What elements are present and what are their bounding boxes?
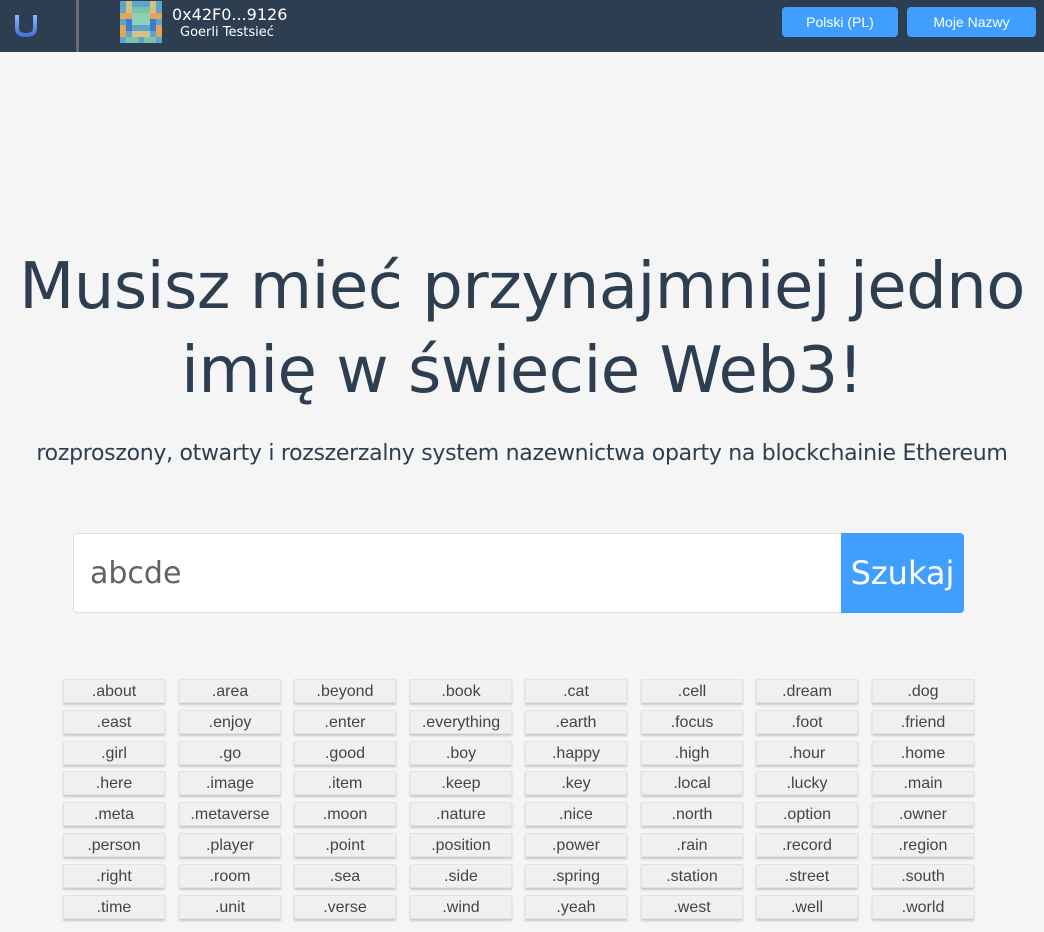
- tld-chip[interactable]: .owner: [872, 802, 974, 826]
- tld-chip[interactable]: .cell: [641, 679, 743, 703]
- scrollbar[interactable]: [1040, 52, 1044, 932]
- tld-chip[interactable]: .item: [294, 771, 396, 795]
- tld-chip[interactable]: .happy: [525, 741, 627, 765]
- tld-chip[interactable]: .focus: [641, 710, 743, 734]
- tld-chip[interactable]: .wind: [410, 895, 512, 919]
- tld-chip[interactable]: .here: [63, 771, 165, 795]
- tld-chip[interactable]: .north: [641, 802, 743, 826]
- tld-chip[interactable]: .cat: [525, 679, 627, 703]
- tld-chip[interactable]: .unit: [179, 895, 281, 919]
- tld-chip[interactable]: .station: [641, 864, 743, 888]
- my-names-button[interactable]: Moje Nazwy: [907, 7, 1036, 37]
- tld-chip[interactable]: .region: [872, 833, 974, 857]
- tld-chip[interactable]: .well: [756, 895, 858, 919]
- tld-chip[interactable]: .keep: [410, 771, 512, 795]
- tld-chip[interactable]: .area: [179, 679, 281, 703]
- title-line-1: Musisz mieć przynajmniej jedno: [19, 250, 1025, 324]
- tld-chip[interactable]: .beyond: [294, 679, 396, 703]
- tld-chip[interactable]: .nice: [525, 802, 627, 826]
- search-input[interactable]: [73, 533, 858, 613]
- header-divider: [76, 0, 79, 52]
- tld-chip[interactable]: .option: [756, 802, 858, 826]
- tld-chip[interactable]: .friend: [872, 710, 974, 734]
- tld-chip[interactable]: .player: [179, 833, 281, 857]
- tld-chip[interactable]: .room: [179, 864, 281, 888]
- network-name: Goerli Testsieć: [180, 25, 274, 40]
- page-title: Musisz mieć przynajmniej jedno imię w św…: [0, 245, 1044, 413]
- tld-chip[interactable]: .home: [872, 741, 974, 765]
- tld-chip[interactable]: .world: [872, 895, 974, 919]
- tld-chip[interactable]: .spring: [525, 864, 627, 888]
- page-subtitle: rozproszony, otwarty i rozszerzalny syst…: [36, 441, 1008, 466]
- tld-chip[interactable]: .record: [756, 833, 858, 857]
- tld-chip[interactable]: .local: [641, 771, 743, 795]
- tld-chip[interactable]: .right: [63, 864, 165, 888]
- top-navbar: 0x42F0...9126 Goerli Testsieć Polski (PL…: [0, 0, 1044, 52]
- tld-chip[interactable]: .enjoy: [179, 710, 281, 734]
- tld-chip[interactable]: .yeah: [525, 895, 627, 919]
- tld-chip[interactable]: .image: [179, 771, 281, 795]
- tld-chip[interactable]: .everything: [410, 710, 512, 734]
- tld-chip[interactable]: .enter: [294, 710, 396, 734]
- tld-chip[interactable]: .dream: [756, 679, 858, 703]
- tld-chip[interactable]: .position: [410, 833, 512, 857]
- tld-chip[interactable]: .side: [410, 864, 512, 888]
- tld-chip[interactable]: .moon: [294, 802, 396, 826]
- tld-chip[interactable]: .meta: [63, 802, 165, 826]
- tld-chip[interactable]: .main: [872, 771, 974, 795]
- tld-chip[interactable]: .lucky: [756, 771, 858, 795]
- tld-chip[interactable]: .go: [179, 741, 281, 765]
- tld-chip[interactable]: .west: [641, 895, 743, 919]
- tld-chip[interactable]: .street: [756, 864, 858, 888]
- tld-chip[interactable]: .south: [872, 864, 974, 888]
- language-button[interactable]: Polski (PL): [782, 7, 898, 37]
- account-avatar[interactable]: [120, 1, 162, 43]
- tld-chip[interactable]: .earth: [525, 710, 627, 734]
- title-line-2: imię w świecie Web3!: [181, 334, 863, 408]
- tld-chip[interactable]: .verse: [294, 895, 396, 919]
- tld-chip[interactable]: .metaverse: [179, 802, 281, 826]
- tld-chip[interactable]: .high: [641, 741, 743, 765]
- tld-chip[interactable]: .key: [525, 771, 627, 795]
- wallet-address: 0x42F0...9126: [172, 5, 288, 24]
- tld-chip[interactable]: .time: [63, 895, 165, 919]
- search-button[interactable]: Szukaj: [841, 533, 964, 613]
- tld-chip[interactable]: .rain: [641, 833, 743, 857]
- tld-chip[interactable]: .about: [63, 679, 165, 703]
- logo-icon[interactable]: [0, 0, 52, 52]
- tld-chip[interactable]: .boy: [410, 741, 512, 765]
- search-bar: Szukaj: [73, 533, 964, 613]
- tld-chip[interactable]: .dog: [872, 679, 974, 703]
- tld-chip[interactable]: .book: [410, 679, 512, 703]
- tld-chip[interactable]: .nature: [410, 802, 512, 826]
- tld-chip[interactable]: .foot: [756, 710, 858, 734]
- tld-chip[interactable]: .good: [294, 741, 396, 765]
- tld-chip[interactable]: .person: [63, 833, 165, 857]
- tld-chip[interactable]: .sea: [294, 864, 396, 888]
- tld-chip[interactable]: .power: [525, 833, 627, 857]
- tld-chip[interactable]: .hour: [756, 741, 858, 765]
- tld-chip[interactable]: .east: [63, 710, 165, 734]
- tld-chip[interactable]: .point: [294, 833, 396, 857]
- tld-chip[interactable]: .girl: [63, 741, 165, 765]
